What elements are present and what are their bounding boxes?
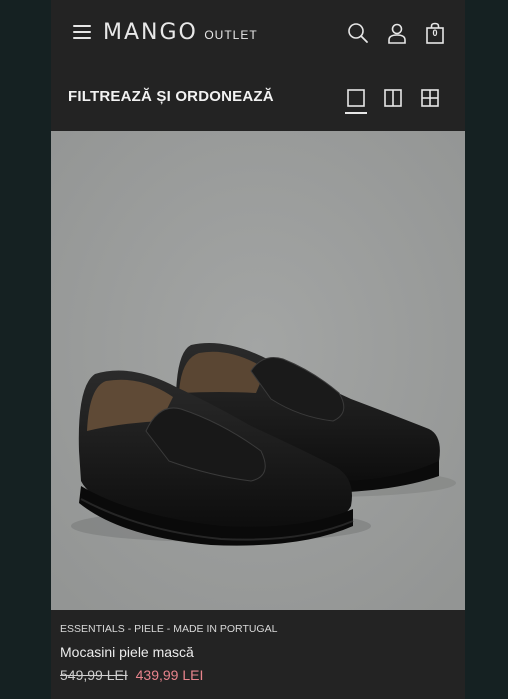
hamburger-menu-icon[interactable] [73,25,91,41]
product-name[interactable]: Mocasini piele mască [60,644,194,660]
product-badges: ESSENTIALS - PIELE - MADE IN PORTUGAL [60,623,278,635]
product-image[interactable] [51,131,465,610]
logo-sub-text: OUTLET [204,28,258,42]
single-column-view-icon[interactable] [346,88,368,110]
search-icon[interactable] [347,22,369,44]
toolbar: FILTREAZĂ ȘI ORDONEAZĂ [51,66,465,130]
cart-count-badge: 0 [432,28,438,38]
product-prices: 549,99 LEI 439,99 LEI [60,667,203,683]
grid-view-icon[interactable] [420,88,442,110]
logo-main-text: MANGO [103,20,198,45]
user-icon[interactable] [386,22,408,44]
header: MANGO OUTLET 0 [51,0,465,66]
product-info: ESSENTIALS - PIELE - MADE IN PORTUGAL Mo… [51,610,465,699]
two-column-view-icon[interactable] [383,88,405,110]
active-view-indicator [345,112,367,114]
shopping-bag-icon[interactable]: 0 [424,22,446,44]
sale-price: 439,99 LEI [135,667,204,683]
logo[interactable]: MANGO OUTLET [103,20,258,45]
filter-sort-button[interactable]: FILTREAZĂ ȘI ORDONEAZĂ [68,88,274,105]
app-frame: MANGO OUTLET 0 FILTREAZĂ ȘI ORDONEAZĂ ES… [51,0,465,699]
original-price: 549,99 LEI [60,667,128,683]
